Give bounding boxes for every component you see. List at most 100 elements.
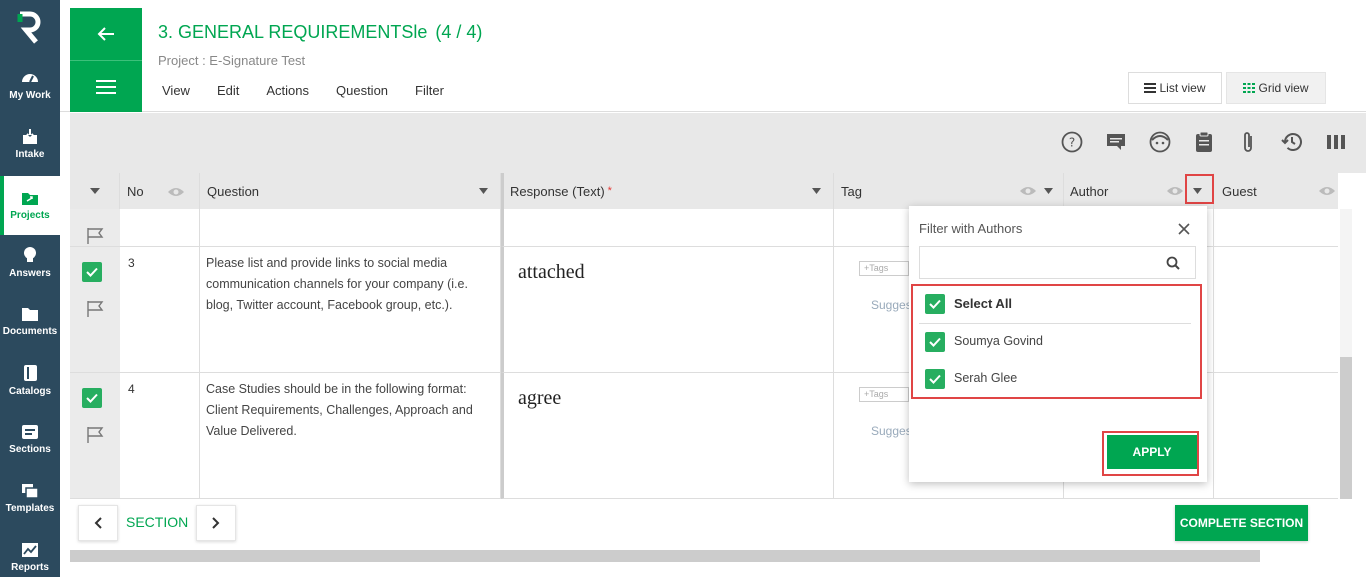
vertical-scrollbar-thumb[interactable] <box>1340 357 1352 499</box>
next-section-button[interactable] <box>196 505 236 541</box>
comment-icon[interactable] <box>1104 130 1128 154</box>
eye-icon[interactable] <box>1019 185 1037 197</box>
menu-filter[interactable]: Filter <box>415 83 444 98</box>
arrow-left-icon <box>97 27 114 41</box>
menu-actions[interactable]: Actions <box>266 83 309 98</box>
question-number: 3 <box>128 256 135 270</box>
question-number: 4 <box>128 382 135 396</box>
sidebar-item-label: Intake <box>15 149 45 160</box>
sidebar-item-answers[interactable]: Answers <box>0 233 60 292</box>
flag-icon[interactable] <box>86 426 106 444</box>
check-icon <box>86 267 98 277</box>
column-header-response[interactable]: Response (Text) * <box>501 173 834 209</box>
column-header-guest[interactable]: Guest <box>1214 173 1338 209</box>
sidebar-item-sections[interactable]: Sections <box>0 410 60 469</box>
author-filter-highlight <box>1185 174 1214 204</box>
sidebar-item-label: Templates <box>5 503 55 514</box>
book-icon <box>24 365 37 381</box>
menu-view[interactable]: View <box>162 83 190 98</box>
close-icon[interactable] <box>1178 223 1190 235</box>
horizontal-scrollbar[interactable] <box>70 550 1260 562</box>
flag-icon[interactable] <box>86 227 106 245</box>
sidebar-item-reports[interactable]: Reports <box>0 528 60 587</box>
chart-icon <box>22 543 38 557</box>
tags-input[interactable]: +Tags <box>859 387 909 402</box>
list-view-button[interactable]: List view <box>1128 72 1222 104</box>
suggest-link[interactable]: Sugges <box>871 298 912 312</box>
clipboard-icon[interactable] <box>1192 130 1216 154</box>
response-cell[interactable]: attached <box>501 247 834 373</box>
menu-question[interactable]: Question <box>336 83 388 98</box>
sidebar: My Work Intake Projects Answers Document… <box>0 0 60 577</box>
sidebar-item-catalogs[interactable]: Catalogs <box>0 351 60 410</box>
suggest-link[interactable]: Sugges <box>871 424 912 438</box>
app-logo[interactable] <box>0 0 60 56</box>
question-cell[interactable]: Case Studies should be in the following … <box>200 373 501 499</box>
author-search-button[interactable] <box>1151 246 1196 279</box>
back-button[interactable] <box>70 8 142 60</box>
response-cell[interactable]: agree <box>501 373 834 499</box>
table-cell <box>200 209 501 247</box>
sidebar-item-label: Sections <box>9 444 51 455</box>
column-header-tag[interactable]: Tag <box>834 173 1064 209</box>
popup-title: Filter with Authors <box>919 221 1023 236</box>
menu-edit[interactable]: Edit <box>217 83 239 98</box>
eye-icon[interactable] <box>1166 185 1184 197</box>
check-icon <box>86 393 98 403</box>
top-menu: View Edit Actions Question Filter <box>162 83 471 98</box>
question-cell[interactable]: Please list and provide links to social … <box>200 247 501 373</box>
list-view-label: List view <box>1159 81 1206 95</box>
lightbulb-icon <box>24 247 36 262</box>
caret-down-icon <box>812 188 821 194</box>
caret-down-icon <box>1044 188 1053 194</box>
user-face-icon[interactable] <box>1148 130 1172 154</box>
response-text: attached <box>518 261 585 283</box>
guest-cell <box>1214 373 1338 499</box>
eye-icon[interactable] <box>167 186 185 198</box>
section-title: 3. GENERAL REQUIREMENTSle <box>158 22 428 42</box>
row-checkbox[interactable] <box>82 262 102 282</box>
svg-text:?: ? <box>1069 136 1075 150</box>
author-search-input[interactable] <box>919 246 1152 279</box>
tags-input[interactable]: +Tags <box>859 261 909 276</box>
project-name: Project : E-Signature Test <box>158 53 306 68</box>
folder-icon <box>22 308 38 321</box>
templates-icon <box>22 484 39 499</box>
select-column-header[interactable] <box>70 173 120 209</box>
response-text: agree <box>518 387 562 409</box>
column-header-no[interactable]: No <box>120 173 200 209</box>
question-count: (4 / 4) <box>435 22 483 42</box>
column-header-question[interactable]: Question <box>200 173 501 209</box>
sidebar-item-label: Projects <box>10 210 50 221</box>
history-icon[interactable] <box>1280 130 1304 154</box>
grid-view-label: Grid view <box>1258 81 1309 95</box>
logo-icon <box>17 11 41 44</box>
complete-section-button[interactable]: COMPLETE SECTION <box>1175 505 1308 541</box>
grid-icon <box>1243 83 1256 93</box>
attachment-icon[interactable] <box>1236 130 1260 154</box>
caret-down-icon <box>89 188 100 194</box>
speedometer-icon <box>22 74 38 83</box>
folder-share-icon <box>22 193 38 205</box>
sidebar-item-projects[interactable]: Projects <box>0 176 60 235</box>
sidebar-item-templates[interactable]: Templates <box>0 469 60 528</box>
grid-view-button[interactable]: Grid view <box>1226 72 1326 104</box>
grid-footer <box>70 499 1338 549</box>
columns-icon[interactable] <box>1324 130 1348 154</box>
required-marker: * <box>607 185 612 197</box>
sidebar-item-intake[interactable]: Intake <box>0 115 60 174</box>
row-checkbox[interactable] <box>82 388 102 408</box>
flag-icon[interactable] <box>86 300 106 318</box>
hamburger-menu-button[interactable] <box>70 60 142 112</box>
caret-down-icon <box>479 188 488 194</box>
help-icon[interactable]: ? <box>1060 130 1084 154</box>
page-title: 3. GENERAL REQUIREMENTSle (4 / 4) <box>158 22 482 43</box>
authors-list-highlight <box>911 284 1202 399</box>
column-label: No <box>127 183 144 199</box>
sections-icon <box>22 425 38 439</box>
table-row: 4 <box>120 373 200 499</box>
sidebar-item-my-work[interactable]: My Work <box>0 56 60 115</box>
eye-icon[interactable] <box>1318 185 1336 197</box>
sidebar-item-documents[interactable]: Documents <box>0 292 60 351</box>
previous-section-button[interactable] <box>78 505 118 541</box>
